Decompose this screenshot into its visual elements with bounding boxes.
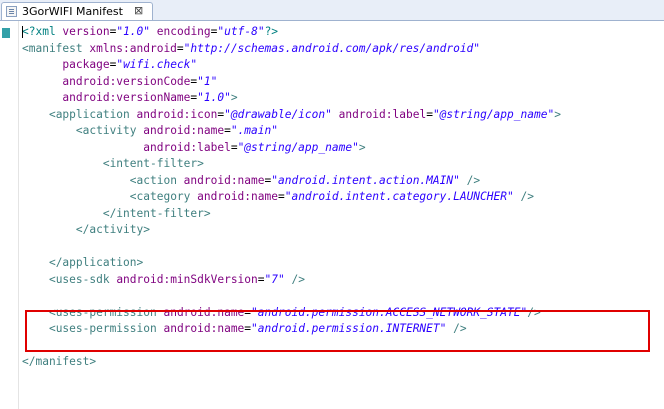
- code-line[interactable]: <application android:icon = "@drawable/ico…: [22, 107, 561, 123]
- code-line[interactable]: <intent-filter>: [22, 156, 204, 172]
- current-line-marker: [2, 28, 10, 38]
- close-icon[interactable]: ⊠: [134, 4, 143, 17]
- code-token: <manifest: [22, 41, 90, 55]
- code-token: >: [554, 107, 561, 121]
- code-token: =: [230, 140, 238, 154]
- code-token: />: [459, 173, 481, 187]
- code-token: <?xml: [22, 25, 63, 38]
- code-token: android:name: [183, 173, 265, 187]
- code-token: android:versionCode: [62, 74, 191, 88]
- code-token: version: [62, 25, 110, 38]
- code-line[interactable]: android:label="@string/app_name">: [22, 140, 366, 156]
- code-token: =: [426, 107, 433, 121]
- code-token: =: [277, 190, 285, 203]
- code-token: android:label: [143, 140, 231, 154]
- code-line[interactable]: <?xml version="1.0" encoding="utf-8"?>: [22, 24, 278, 40]
- code-token: android:label: [338, 107, 427, 121]
- code-token: xmlns:android: [89, 41, 177, 55]
- code-line[interactable]: </manifest>: [22, 354, 96, 370]
- code-token: android:versionName: [62, 91, 191, 104]
- code-token: "utf-8": [217, 25, 265, 38]
- editor-ruler: [0, 21, 19, 409]
- code-line[interactable]: <uses-sdk android:minSdkVersion="7" />: [22, 272, 305, 288]
- code-line[interactable]: package="wifi.check": [22, 57, 197, 73]
- code-token: package: [62, 58, 110, 71]
- code-line[interactable]: <activity android:name=".main": [22, 123, 278, 139]
- code-token: <category: [129, 190, 198, 203]
- code-token: />: [513, 190, 534, 203]
- code-token: />: [284, 272, 305, 286]
- code-token: "android.intent.category.LAUNCHER": [284, 190, 514, 203]
- xml-file-icon: [6, 6, 17, 17]
- code-line[interactable]: android:versionName="1.0">: [22, 90, 238, 106]
- code-token: =: [176, 41, 184, 55]
- code-token: android:icon: [136, 107, 218, 121]
- code-line[interactable]: </application>: [22, 255, 143, 271]
- code-token: <application: [48, 107, 137, 121]
- code-token: "android.intent.action.MAIN": [271, 173, 460, 187]
- tab-manifest[interactable]: 3GorWIFI Manifest ⊠: [1, 2, 153, 20]
- code-line[interactable]: android:versionCode="1": [22, 74, 217, 90]
- code-token: <activity: [75, 124, 144, 137]
- code-token: "@string/app_name": [237, 140, 359, 154]
- code-token: </application>: [48, 256, 144, 269]
- editor-tab-bar: 3GorWIFI Manifest ⊠: [0, 0, 664, 21]
- code-token: ".main": [230, 124, 278, 137]
- code-token: "http://schemas.android.com/apk/res/andr…: [183, 41, 481, 55]
- code-token: "7": [264, 272, 285, 286]
- code-token: android:name: [197, 190, 278, 203]
- code-line[interactable]: <category android:name="android.intent.c…: [22, 189, 534, 205]
- code-token: <action: [129, 173, 184, 187]
- code-token: <uses-sdk: [48, 272, 117, 286]
- code-token: >: [358, 140, 366, 154]
- code-line[interactable]: <manifest xmlns:android="http://schemas.…: [22, 41, 480, 57]
- code-token: </intent-filter>: [102, 206, 211, 220]
- code-token: =: [257, 272, 265, 286]
- permissions-highlight-box: [25, 310, 650, 352]
- code-line[interactable]: </activity>: [22, 222, 150, 238]
- code-token: "1.0": [116, 25, 151, 38]
- code-line[interactable]: <action android:name="android.intent.act…: [22, 173, 480, 189]
- tab-title: 3GorWIFI Manifest: [22, 5, 123, 18]
- code-token: =: [224, 124, 231, 137]
- code-token: encoding: [156, 25, 211, 38]
- code-token: ?>: [264, 25, 279, 38]
- code-token: "@string/app_name": [432, 107, 555, 121]
- code-token: "1.0": [197, 91, 231, 104]
- text-cursor: [22, 26, 23, 38]
- code-token: <intent-filter>: [102, 157, 204, 170]
- code-token: </manifest>: [22, 355, 97, 368]
- code-token: android:minSdkVersion: [116, 272, 258, 286]
- code-line[interactable]: </intent-filter>: [22, 206, 211, 222]
- code-token: >: [230, 91, 238, 104]
- code-token: </activity>: [75, 223, 150, 236]
- code-token: "1": [197, 74, 218, 88]
- code-token: "@drawable/icon": [224, 107, 332, 121]
- code-token: "wifi.check": [116, 58, 198, 71]
- code-token: android:name: [143, 124, 225, 137]
